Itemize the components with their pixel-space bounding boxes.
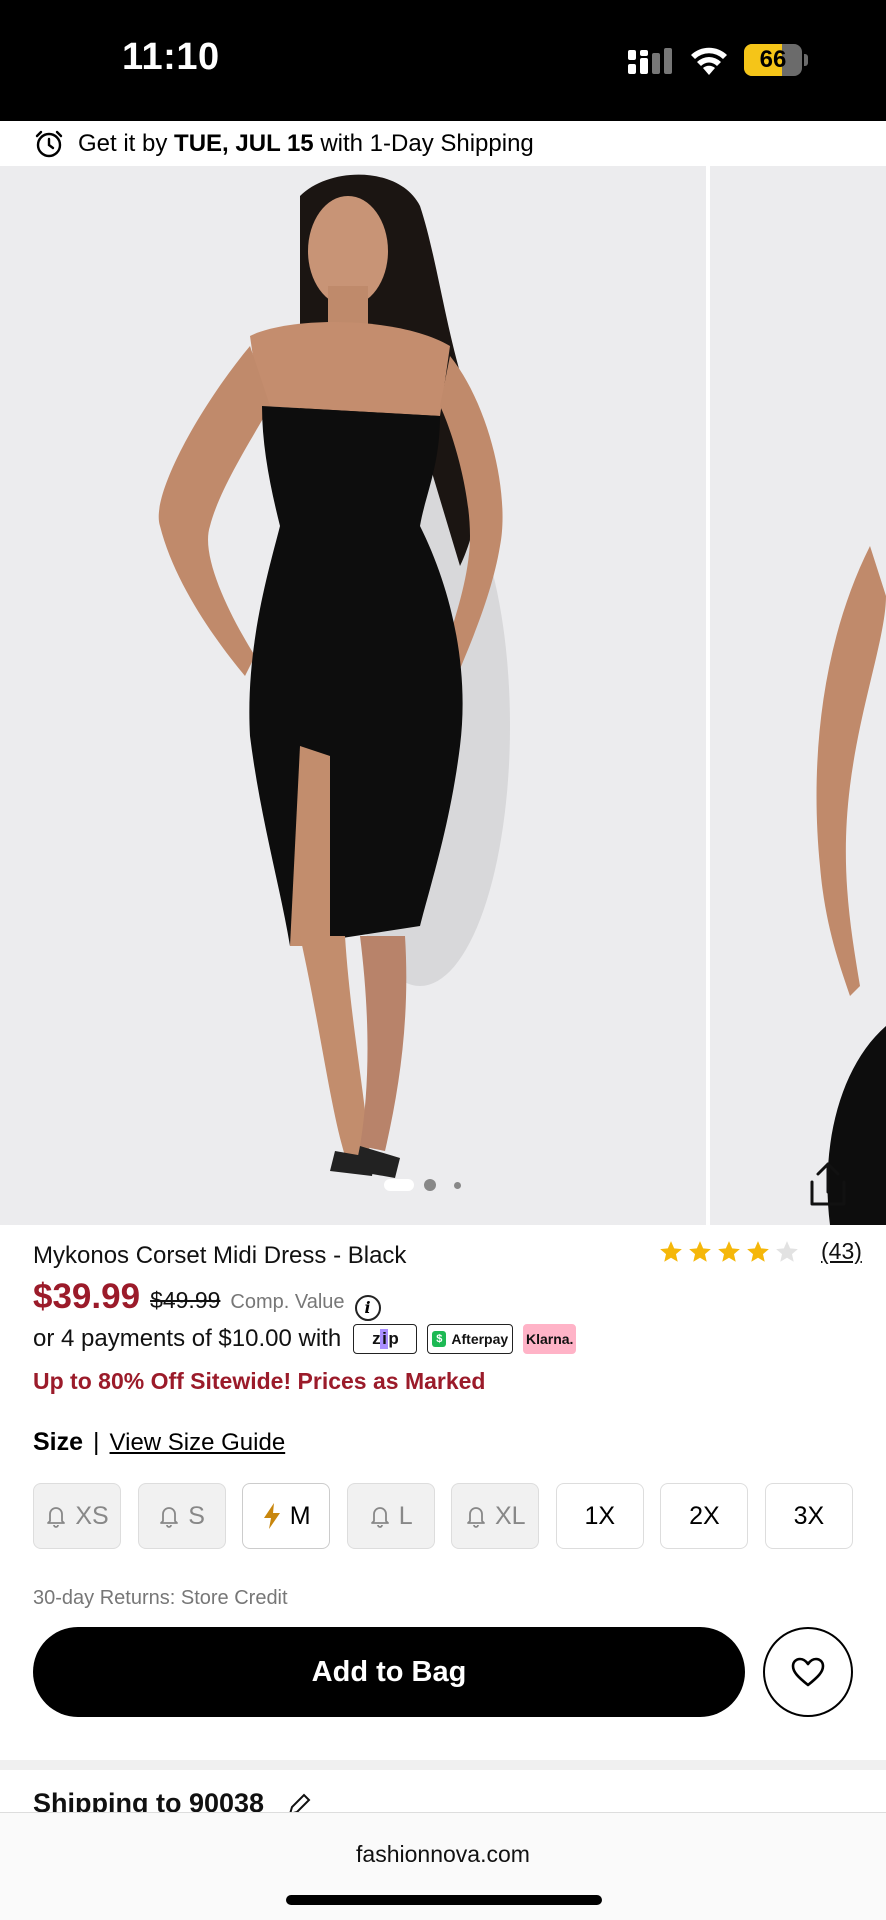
url-bar[interactable]: fashionnova.com [0,1841,886,1868]
lightning-bolt-icon [263,1503,280,1529]
size-guide-link[interactable]: View Size Guide [110,1429,286,1457]
size-option-label: M [289,1501,311,1530]
size-selector: XS S M L XL 1X 2X 3X [33,1483,853,1549]
bell-notify-icon [160,1507,179,1528]
size-option-label: XL [494,1501,526,1530]
size-option-label: 2X [689,1501,720,1530]
star-empty-icon [776,1240,798,1262]
promo-message: Up to 80% Off Sitewide! Prices as Marked [33,1368,486,1394]
installments-text: or 4 payments of $10.00 with [33,1325,342,1352]
returns-policy: 30-day Returns: Store Credit [33,1587,288,1609]
delivery-suffix: with 1-Day Shipping [320,129,534,157]
wifi-icon [691,47,727,75]
compare-label: Comp. Value [230,1291,345,1313]
product-photo-next[interactable] [710,166,886,1225]
product-rating[interactable]: (43) [658,1238,862,1265]
star-filled-icon [747,1240,769,1262]
star-filled-icon [689,1240,711,1262]
size-option-l[interactable]: L [346,1483,435,1549]
gallery-pagination [384,1179,461,1191]
cellular-signal-icon [628,48,672,74]
size-header: Size | View Size Guide [33,1428,285,1457]
delivery-date: TUE, JUL 15 [174,129,314,157]
shipping-to-text: Shipping to 90038 [33,1788,265,1814]
size-option-3x[interactable]: 3X [764,1483,853,1549]
browser-bottom-bar: fashionnova.com [0,1812,886,1920]
status-bar: 11:10 66 [0,0,886,121]
sale-price: $39.99 [33,1277,141,1316]
delivery-prefix: Get it by [78,129,168,157]
bell-notify-icon [467,1507,485,1528]
wishlist-button[interactable] [763,1627,853,1717]
bell-notify-icon [47,1507,66,1528]
delivery-estimate-banner: Get it by TUE, JUL 15 with 1-Day Shippin… [0,121,886,166]
battery-percent: 66 [759,46,787,73]
product-title: Mykonos Corset Midi Dress - Black [33,1242,407,1269]
heart-icon [791,1657,825,1687]
home-indicator[interactable] [286,1895,602,1905]
product-image-gallery[interactable] [0,166,886,1225]
battery-indicator: 66 [744,44,802,76]
alarm-clock-icon [35,130,63,157]
shipping-to-row[interactable]: Shipping to 90038 [33,1788,312,1814]
size-option-1x[interactable]: 1X [555,1483,644,1549]
edit-pencil-icon[interactable] [286,1792,312,1814]
status-time: 11:10 [122,36,220,78]
star-filled-icon [660,1240,682,1262]
section-divider [0,1760,886,1770]
add-to-bag-button[interactable]: Add to Bag [33,1627,745,1717]
bell-notify-icon [370,1507,389,1528]
compare-price: $49.99 [150,1287,221,1313]
size-option-label: 3X [793,1501,825,1530]
size-option-2x[interactable]: 2X [660,1483,749,1549]
zip-pay-logo[interactable]: zip [353,1324,418,1354]
installments-row: or 4 payments of $10.00 with zip $ Afterp… [33,1324,577,1354]
size-option-xs[interactable]: XS [33,1483,121,1549]
info-icon[interactable]: i [354,1295,381,1321]
price-row: $39.99 $49.99 Comp. Value i [33,1277,381,1321]
size-option-label: L [398,1501,413,1530]
size-separator: | [93,1428,100,1456]
review-count-link[interactable]: (43) [821,1238,862,1265]
pagination-dot-active[interactable] [384,1179,414,1191]
share-icon[interactable] [804,1160,852,1210]
rating-stars [658,1239,803,1265]
size-option-label: S [188,1501,205,1530]
pagination-dot[interactable] [424,1179,436,1191]
size-option-label: 1X [584,1501,616,1530]
star-filled-icon [718,1240,740,1262]
afterpay-logo[interactable]: $ Afterpay [427,1324,514,1354]
size-option-xl[interactable]: XL [451,1483,540,1549]
battery-nub [804,54,808,66]
pagination-dot[interactable] [454,1181,461,1189]
size-option-m[interactable]: M [242,1483,331,1549]
size-label: Size [33,1428,84,1456]
size-option-s[interactable]: S [137,1483,226,1549]
size-option-label: XS [75,1501,109,1530]
product-photo-main[interactable] [0,166,706,1225]
klarna-logo[interactable]: Klarna. [523,1324,577,1354]
